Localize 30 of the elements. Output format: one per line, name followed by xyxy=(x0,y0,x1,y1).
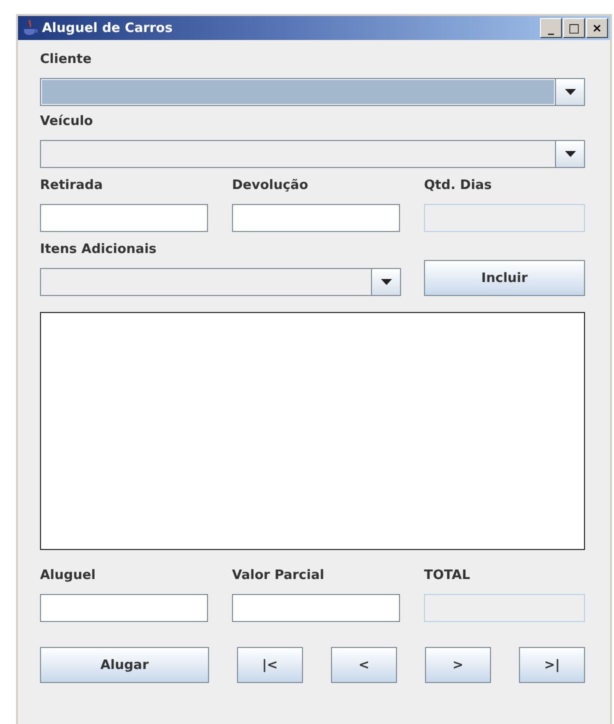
navigation-button[interactable]: >| xyxy=(519,647,585,683)
input-field[interactable] xyxy=(40,594,208,622)
window-title: Aluguel de Carros xyxy=(42,20,174,36)
field-label: Itens Adicionais xyxy=(40,241,158,259)
field-label: Valor Parcial xyxy=(232,567,326,585)
input-field[interactable] xyxy=(232,204,400,232)
field-label: Retirada xyxy=(40,177,104,195)
rent-button[interactable]: Alugar xyxy=(40,647,209,683)
navigation-button[interactable]: > xyxy=(425,647,491,683)
caret-icon xyxy=(380,279,392,285)
input-field[interactable] xyxy=(232,594,400,622)
dropdown[interactable] xyxy=(40,78,585,106)
caret-icon xyxy=(564,89,576,95)
dropdown[interactable] xyxy=(40,140,585,168)
field-label: Devolução xyxy=(232,177,310,195)
field-label: Veículo xyxy=(40,113,94,131)
caret-icon xyxy=(564,151,576,157)
field-label: Aluguel xyxy=(40,567,97,585)
field-label: Cliente xyxy=(40,51,93,69)
close-button[interactable]: × xyxy=(586,18,608,38)
navigation-button[interactable]: |< xyxy=(237,647,303,683)
cup-icon xyxy=(22,19,38,37)
include-button[interactable]: Incluir xyxy=(424,260,585,296)
input-field[interactable] xyxy=(40,204,208,232)
minimize-button[interactable]: _ xyxy=(540,18,562,38)
navigation-button[interactable]: < xyxy=(331,647,397,683)
maximize-button[interactable]: □ xyxy=(563,18,585,38)
field-label: TOTAL xyxy=(424,567,472,585)
field-label: Qtd. Dias xyxy=(424,177,493,195)
dropdown[interactable] xyxy=(40,268,401,296)
